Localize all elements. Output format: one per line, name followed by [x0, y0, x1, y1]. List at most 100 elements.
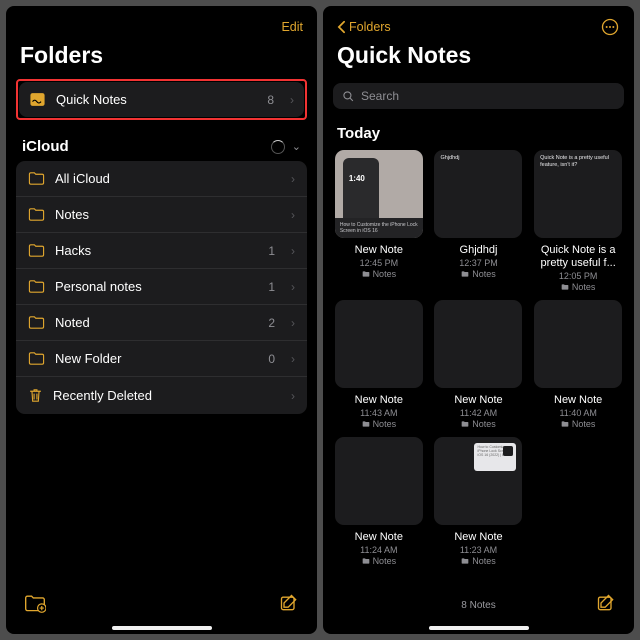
note-thumb: Quick Note is a pretty useful feature, i…: [534, 150, 622, 238]
note-title: New Note: [554, 394, 602, 406]
note-time: 12:45 PM: [360, 258, 399, 268]
folder-label: Hacks: [55, 243, 258, 258]
page-title: Folders: [6, 40, 317, 79]
folder-label: Noted: [55, 315, 258, 330]
note-time: 12:37 PM: [459, 258, 498, 268]
folder-icon: [561, 283, 569, 291]
note-card[interactable]: New Note 11:24 AM Notes: [333, 437, 425, 566]
home-indicator[interactable]: [112, 626, 212, 630]
quick-notes-count: 8: [267, 93, 274, 107]
folders-screen: Edit Folders Quick Notes 8 › iCloud ⌄ Al…: [6, 6, 317, 634]
folder-new-folder[interactable]: New Folder 0 ›: [16, 341, 307, 377]
folder-icon: [28, 279, 45, 294]
compose-button[interactable]: [596, 593, 616, 618]
folder-list: All iCloud › Notes › Hacks 1 › Personal …: [16, 161, 307, 414]
chevron-right-icon: ›: [291, 208, 295, 222]
note-card[interactable]: How to Customize iPhone Lock Screen in i…: [433, 437, 525, 566]
folder-icon: [362, 270, 370, 278]
note-time: 11:40 AM: [559, 408, 596, 418]
folder-icon: [461, 557, 469, 565]
folder-count: 1: [268, 244, 275, 258]
compose-button[interactable]: [279, 593, 299, 618]
note-title: New Note: [454, 394, 502, 406]
note-location: Notes: [461, 419, 496, 429]
folder-icon: [461, 270, 469, 278]
note-thumb: [534, 300, 622, 388]
note-time: 11:42 AM: [460, 408, 497, 418]
notes-grid: 1:40 How to Customize the iPhone Lock Sc…: [323, 150, 634, 566]
folder-icon: [461, 420, 469, 428]
home-indicator[interactable]: [429, 626, 529, 630]
note-thumb: [434, 300, 522, 388]
folder-all-icloud[interactable]: All iCloud ›: [16, 161, 307, 197]
note-title: Ghjdhdj: [460, 244, 498, 256]
note-card[interactable]: New Note 11:43 AM Notes: [333, 300, 425, 429]
folder-label: Notes: [55, 207, 265, 222]
quick-notes-icon: [29, 91, 46, 108]
back-button[interactable]: Folders: [337, 20, 391, 34]
folder-icon: [28, 243, 45, 258]
quick-notes-label: Quick Notes: [56, 92, 257, 107]
quick-notes-folder[interactable]: Quick Notes 8 ›: [19, 82, 304, 117]
folder-label: Recently Deleted: [53, 388, 265, 403]
note-title: New Note: [355, 394, 403, 406]
note-card[interactable]: New Note 11:42 AM Notes: [433, 300, 525, 429]
search-icon: [342, 90, 355, 103]
folder-icon: [28, 207, 45, 222]
folder-noted[interactable]: Noted 2 ›: [16, 305, 307, 341]
note-location: Notes: [561, 419, 596, 429]
note-location: Notes: [461, 269, 496, 279]
note-time: 11:24 AM: [360, 545, 397, 555]
folder-count: 0: [268, 352, 275, 366]
note-title: New Note: [454, 531, 502, 543]
note-card[interactable]: Ghjdhdj Ghjdhdj 12:37 PM Notes: [433, 150, 525, 292]
sync-spinner-icon: [271, 140, 285, 154]
note-title: Quick Note is a pretty useful f...: [533, 244, 623, 269]
note-card[interactable]: Quick Note is a pretty useful feature, i…: [532, 150, 624, 292]
folder-icon: [362, 557, 370, 565]
topbar: Edit: [6, 6, 317, 40]
folder-icon: [28, 315, 45, 330]
edit-button[interactable]: Edit: [281, 20, 303, 34]
folder-label: All iCloud: [55, 171, 265, 186]
note-location: Notes: [362, 556, 397, 566]
chevron-left-icon: [337, 20, 346, 34]
chevron-down-icon: ⌄: [292, 140, 301, 153]
note-thumb: How to Customize iPhone Lock Screen in i…: [434, 437, 522, 525]
back-label: Folders: [349, 20, 391, 34]
folder-recently-deleted[interactable]: Recently Deleted ›: [16, 377, 307, 414]
note-thumb: Ghjdhdj: [434, 150, 522, 238]
note-thumb: [335, 300, 423, 388]
icloud-label: iCloud: [22, 138, 69, 155]
folder-icon: [362, 420, 370, 428]
folder-icon: [28, 351, 45, 366]
chevron-right-icon: ›: [291, 316, 295, 330]
chevron-right-icon: ›: [291, 244, 295, 258]
note-location: Notes: [561, 282, 596, 292]
folder-personal-notes[interactable]: Personal notes 1 ›: [16, 269, 307, 305]
note-card[interactable]: 1:40 How to Customize the iPhone Lock Sc…: [333, 150, 425, 292]
folder-label: New Folder: [55, 351, 258, 366]
note-location: Notes: [461, 556, 496, 566]
folder-label: Personal notes: [55, 279, 258, 294]
folder-icon: [28, 171, 45, 186]
search-field[interactable]: Search: [333, 83, 624, 109]
folder-hacks[interactable]: Hacks 1 ›: [16, 233, 307, 269]
folder-icon: [561, 420, 569, 428]
search-placeholder: Search: [361, 89, 399, 103]
more-button[interactable]: [600, 17, 620, 37]
chevron-right-icon: ›: [291, 172, 295, 186]
folder-notes[interactable]: Notes ›: [16, 197, 307, 233]
chevron-right-icon: ›: [290, 93, 294, 107]
note-time: 11:23 AM: [460, 545, 497, 555]
note-card[interactable]: New Note 11:40 AM Notes: [532, 300, 624, 429]
note-title: New Note: [355, 244, 403, 256]
quick-notes-screen: Folders Quick Notes Search Today 1:40 Ho…: [323, 6, 634, 634]
new-folder-button[interactable]: [24, 593, 46, 618]
chevron-right-icon: ›: [291, 389, 295, 403]
icloud-section-header[interactable]: iCloud ⌄: [6, 120, 317, 161]
chevron-right-icon: ›: [291, 352, 295, 366]
chevron-right-icon: ›: [291, 280, 295, 294]
note-thumb: [335, 437, 423, 525]
note-location: Notes: [362, 269, 397, 279]
